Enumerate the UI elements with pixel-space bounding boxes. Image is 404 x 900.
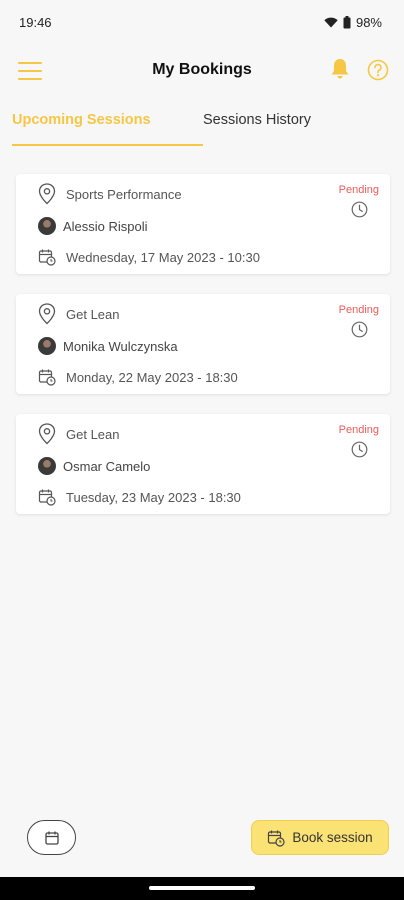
trainer-row: Monika Wulczynska bbox=[38, 337, 178, 355]
booking-card[interactable]: Get Lean Monika Wulczynska Monday, 22 Ma… bbox=[16, 294, 390, 394]
session-name: Sports Performance bbox=[66, 186, 182, 202]
wifi-icon bbox=[324, 17, 338, 27]
session-location-row: Get Lean bbox=[38, 423, 120, 445]
calendar-clock-icon bbox=[38, 489, 56, 506]
tab-sessions-history[interactable]: Sessions History bbox=[203, 112, 311, 128]
home-gesture-handle[interactable] bbox=[149, 886, 255, 890]
session-name: Get Lean bbox=[66, 426, 120, 442]
battery-icon bbox=[343, 15, 351, 28]
trainer-name: Alessio Rispoli bbox=[63, 218, 148, 234]
status-time: 19:46 bbox=[19, 14, 52, 30]
trainer-avatar bbox=[38, 337, 56, 355]
session-tabs: Upcoming Sessions Sessions History bbox=[0, 104, 404, 146]
clock-icon bbox=[351, 201, 368, 218]
clock-icon bbox=[351, 321, 368, 338]
calendar-icon bbox=[44, 831, 59, 845]
calendar-clock-icon bbox=[38, 249, 56, 266]
trainer-row: Alessio Rispoli bbox=[38, 217, 148, 235]
system-navigation-bar bbox=[0, 877, 404, 900]
status-badge: Pending bbox=[338, 424, 379, 436]
session-name: Get Lean bbox=[66, 306, 120, 322]
booking-card[interactable]: Get Lean Osmar Camelo Tuesday, 23 May 20… bbox=[16, 414, 390, 514]
location-pin-icon bbox=[38, 303, 56, 325]
calendar-clock-icon bbox=[38, 369, 56, 386]
status-indicators: 98% bbox=[324, 15, 382, 30]
trainer-avatar bbox=[38, 217, 56, 235]
book-session-button[interactable]: Book session bbox=[251, 820, 389, 855]
session-date-row: Tuesday, 23 May 2023 - 18:30 bbox=[38, 488, 241, 506]
tab-upcoming-sessions[interactable]: Upcoming Sessions bbox=[12, 112, 151, 128]
status-badge: Pending bbox=[338, 184, 379, 196]
clock-icon bbox=[351, 441, 368, 458]
session-date-row: Wednesday, 17 May 2023 - 10:30 bbox=[38, 248, 260, 266]
location-pin-icon bbox=[38, 423, 56, 445]
book-session-label: Book session bbox=[292, 830, 373, 845]
status-badge: Pending bbox=[338, 304, 379, 316]
app-header: My Bookings bbox=[0, 48, 404, 94]
bell-icon[interactable] bbox=[328, 57, 352, 81]
calendar-view-button[interactable] bbox=[27, 820, 76, 855]
session-datetime: Wednesday, 17 May 2023 - 10:30 bbox=[66, 249, 260, 265]
session-datetime: Tuesday, 23 May 2023 - 18:30 bbox=[66, 489, 241, 505]
session-datetime: Monday, 22 May 2023 - 18:30 bbox=[66, 369, 238, 385]
help-icon[interactable] bbox=[367, 59, 389, 81]
session-date-row: Monday, 22 May 2023 - 18:30 bbox=[38, 368, 238, 386]
status-bar: 19:46 98% bbox=[0, 0, 404, 44]
trainer-row: Osmar Camelo bbox=[38, 457, 150, 475]
battery-level: 98% bbox=[355, 14, 382, 30]
active-tab-indicator bbox=[12, 144, 203, 146]
location-pin-icon bbox=[38, 183, 56, 205]
session-location-row: Get Lean bbox=[38, 303, 120, 325]
booking-card[interactable]: Sports Performance Alessio Rispoli Wedne… bbox=[16, 174, 390, 274]
trainer-name: Monika Wulczynska bbox=[63, 338, 178, 354]
session-location-row: Sports Performance bbox=[38, 183, 182, 205]
trainer-avatar bbox=[38, 457, 56, 475]
calendar-clock-icon bbox=[268, 830, 285, 847]
trainer-name: Osmar Camelo bbox=[63, 458, 151, 474]
